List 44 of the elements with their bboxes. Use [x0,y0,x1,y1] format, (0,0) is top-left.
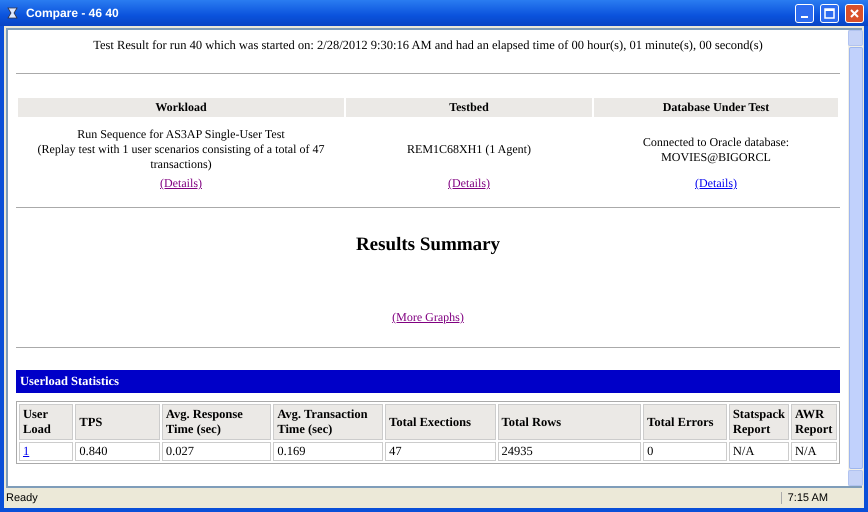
table-cell: 0.840 [75,442,160,461]
scrollbar-thumb[interactable] [848,47,862,469]
app-icon [6,6,20,20]
table-cell: 0.169 [273,442,384,461]
table-cell: 47 [385,442,496,461]
table-cell: 24935 [498,442,642,461]
run-summary-text: Test Result for run 40 which was started on: 2/28/2012 9:30:16 AM and had an elapsed time of 00 hour(s), 01 minute(s), 00 second(s) [92,38,764,53]
details-link[interactable]: (Details) [695,176,737,191]
column-header: Total Errors [643,404,727,440]
more-graphs-link[interactable]: (More Graphs) [392,310,464,324]
info-text: REM1C68XH1 (1 Agent) [407,142,531,157]
minimize-icon [801,16,808,18]
column-header: Avg. Response Time (sec) [162,404,272,440]
column-heading: Workload [18,98,344,117]
details-link[interactable]: (Details) [160,176,202,191]
table-cell: N/A [728,442,789,461]
column-header: Statspack Report [728,404,789,440]
column-header: Total Rows [498,404,642,440]
close-icon [849,8,860,18]
column-header: Avg. Transaction Time (sec) [273,404,384,440]
section-title: Results Summary [354,234,502,256]
info-text: Connected to Oracle database: [642,134,790,150]
table-cell: N/A [790,442,837,461]
status-time: 7:15 AM [780,492,838,504]
window-title: Compare - 46 40 [26,6,120,20]
column-header: Total Exections [385,404,496,440]
column-header: TPS [75,404,160,440]
details-link[interactable]: (Details) [448,176,490,191]
info-text: MOVIES@BIGORCL [660,150,772,164]
maximize-icon [824,8,835,18]
user-load-link[interactable]: 1 [23,444,30,458]
minimize-button[interactable] [795,4,814,22]
info-text: (Replay test with 1 user scenarios consisting of a total of 47 transactions) [36,142,326,172]
column-heading: Database Under Test [594,98,838,117]
close-button[interactable] [845,4,864,22]
maximize-button[interactable] [820,4,839,22]
table-cell: 0 [643,442,727,461]
column-header: User Load [19,404,74,440]
status-text: Ready [6,492,39,504]
table-cell: 0.027 [162,442,272,461]
column-header: AWR Report [790,404,837,440]
section-header-bar: Userload Statistics [16,370,840,393]
info-text: Run Sequence for AS3AP Single-User Test [76,127,286,142]
column-heading: Testbed [346,98,592,117]
